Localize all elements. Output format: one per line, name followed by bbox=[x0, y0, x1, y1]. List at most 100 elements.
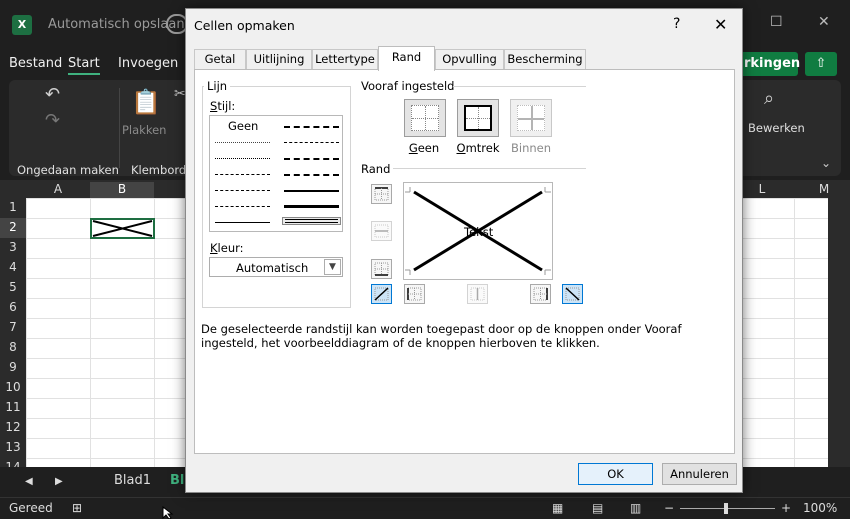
page-break-icon[interactable]: ▥ bbox=[630, 501, 641, 515]
border-bottom-button[interactable] bbox=[371, 259, 392, 279]
paste-label[interactable]: Plakken bbox=[122, 123, 166, 137]
column-header-b[interactable]: B bbox=[90, 182, 154, 198]
row-header[interactable]: 9 bbox=[0, 360, 26, 374]
close-window-icon[interactable]: ✕ bbox=[818, 14, 830, 30]
style-dotted-line[interactable] bbox=[215, 158, 270, 159]
row-header[interactable]: 3 bbox=[0, 240, 26, 254]
preset-outline-label[interactable]: Omtrek bbox=[450, 141, 506, 155]
row-header[interactable]: 4 bbox=[0, 260, 26, 274]
row-header[interactable]: 10 bbox=[0, 380, 26, 394]
border-diagonal-down-button[interactable] bbox=[562, 284, 583, 304]
undo-icon[interactable]: ↶ bbox=[45, 84, 60, 105]
border-top-button[interactable] bbox=[371, 184, 392, 204]
dialog-tabs: Getal Uitlijning Lettertype Rand Opvulli… bbox=[194, 46, 734, 71]
prev-sheet-icon[interactable]: ◀ bbox=[25, 476, 33, 487]
zoom-in-icon[interactable]: + bbox=[781, 501, 791, 515]
cell-diagonal-borders bbox=[92, 220, 153, 237]
help-icon[interactable]: ? bbox=[673, 16, 680, 32]
next-sheet-icon[interactable]: ▶ bbox=[55, 476, 63, 487]
border-right-button[interactable] bbox=[530, 284, 551, 304]
cancel-button[interactable]: Annuleren bbox=[662, 463, 737, 485]
border-inside-vertical-icon bbox=[470, 287, 485, 301]
cut-icon[interactable]: ✂ bbox=[174, 86, 186, 102]
search-icon[interactable]: ⌕ bbox=[764, 88, 774, 109]
row-header[interactable]: 1 bbox=[0, 200, 26, 214]
normal-view-icon[interactable]: ▦ bbox=[552, 501, 563, 515]
menu-bestand[interactable]: Bestand bbox=[9, 56, 62, 71]
menu-invoegen[interactable]: Invoegen bbox=[118, 56, 178, 71]
style-double-line-selected[interactable] bbox=[282, 217, 341, 225]
ok-button[interactable]: OK bbox=[578, 463, 653, 485]
paste-icon[interactable]: 📋 bbox=[131, 88, 161, 116]
style-none-option[interactable]: Geen bbox=[228, 119, 258, 133]
row-header[interactable]: 11 bbox=[0, 400, 26, 414]
active-cell-b2[interactable] bbox=[90, 218, 155, 239]
tab-lettertype[interactable]: Lettertype bbox=[312, 49, 378, 70]
row-header[interactable]: 8 bbox=[0, 340, 26, 354]
preset-inside-icon bbox=[517, 105, 545, 131]
preset-inside-button[interactable] bbox=[510, 99, 552, 137]
chevron-down-icon[interactable]: ▼ bbox=[324, 259, 341, 275]
page-layout-icon[interactable]: ▤ bbox=[592, 501, 603, 515]
tab-getal[interactable]: Getal bbox=[194, 49, 246, 70]
tab-opvulling[interactable]: Opvulling bbox=[435, 49, 504, 70]
row-header[interactable]: 13 bbox=[0, 440, 26, 454]
style-medium-dash-dot-dot-line[interactable] bbox=[284, 126, 339, 128]
style-thin-line[interactable] bbox=[215, 222, 270, 223]
preset-inside-label[interactable]: Binnen bbox=[503, 141, 559, 155]
tab-uitlijning[interactable]: Uitlijning bbox=[246, 49, 312, 70]
style-thick-line[interactable] bbox=[284, 205, 339, 208]
sheet-tab-active[interactable]: Bl bbox=[170, 473, 184, 488]
preset-outline-button[interactable] bbox=[457, 99, 499, 137]
zoom-level[interactable]: 100% bbox=[803, 501, 837, 515]
zoom-out-icon[interactable]: − bbox=[664, 501, 674, 515]
border-diagonal-up-button[interactable] bbox=[371, 284, 392, 304]
clipboard-group-label: Klembord bbox=[131, 163, 187, 177]
row-header[interactable]: 7 bbox=[0, 320, 26, 334]
status-ready: Gereed bbox=[9, 501, 53, 515]
share-button[interactable]: rkingen bbox=[740, 52, 800, 76]
redo-icon[interactable]: ↷ bbox=[45, 110, 60, 131]
border-preview[interactable]: Tekst bbox=[403, 182, 553, 280]
style-medium-dashed-line[interactable] bbox=[284, 174, 339, 176]
restore-window-icon[interactable]: ☐ bbox=[770, 14, 783, 30]
border-left-button[interactable] bbox=[404, 284, 425, 304]
preset-none-label[interactable]: Geen bbox=[396, 141, 452, 155]
accessibility-icon[interactable]: ⊞ bbox=[72, 501, 82, 515]
border-separator bbox=[393, 168, 586, 169]
row-header[interactable]: 14 bbox=[0, 460, 26, 467]
dialog-title: Cellen opmaken bbox=[194, 18, 295, 33]
line-style-list[interactable]: Geen bbox=[209, 115, 343, 232]
style-medium-dash-dot-line[interactable] bbox=[284, 158, 339, 160]
sheet-tab-blad1[interactable]: Blad1 bbox=[114, 473, 151, 488]
tab-rand[interactable]: Rand bbox=[378, 46, 435, 71]
style-dash-dot-line[interactable] bbox=[215, 190, 270, 191]
border-inside-vertical-button[interactable] bbox=[467, 284, 488, 304]
color-select-value: Automatisch bbox=[236, 261, 309, 275]
style-dash-dot-dot-line[interactable] bbox=[215, 174, 270, 175]
presets-group-title: Vooraf ingesteld bbox=[358, 79, 458, 93]
style-medium-line[interactable] bbox=[284, 190, 339, 192]
row-header[interactable]: 5 bbox=[0, 280, 26, 294]
style-slant-dash-dot-line[interactable] bbox=[284, 142, 339, 143]
preset-outline-icon bbox=[464, 105, 492, 131]
column-header-m[interactable]: M bbox=[814, 182, 834, 196]
style-dashed-line[interactable] bbox=[215, 206, 270, 207]
row-headers: 1 2 3 4 5 6 7 8 9 10 11 12 13 14 bbox=[0, 198, 26, 467]
style-hair-line[interactable] bbox=[215, 142, 270, 143]
menu-start[interactable]: Start bbox=[68, 56, 100, 75]
zoom-slider-thumb[interactable] bbox=[724, 503, 728, 514]
border-inside-horizontal-button[interactable] bbox=[371, 221, 392, 241]
row-header[interactable]: 6 bbox=[0, 300, 26, 314]
collapse-ribbon-icon[interactable]: ⌄ bbox=[821, 156, 831, 170]
vertical-scrollbar[interactable] bbox=[828, 198, 850, 467]
close-icon[interactable]: ✕ bbox=[714, 15, 727, 34]
row-header[interactable]: 2 bbox=[0, 218, 26, 238]
share-icon[interactable]: ⇧ bbox=[805, 52, 837, 76]
color-select[interactable]: Automatisch ▼ bbox=[209, 257, 343, 277]
tab-bescherming[interactable]: Bescherming bbox=[504, 49, 586, 70]
column-header-a[interactable]: A bbox=[26, 182, 90, 196]
row-header[interactable]: 12 bbox=[0, 420, 26, 434]
edit-label[interactable]: Bewerken bbox=[748, 121, 805, 135]
preset-none-button[interactable] bbox=[404, 99, 446, 137]
